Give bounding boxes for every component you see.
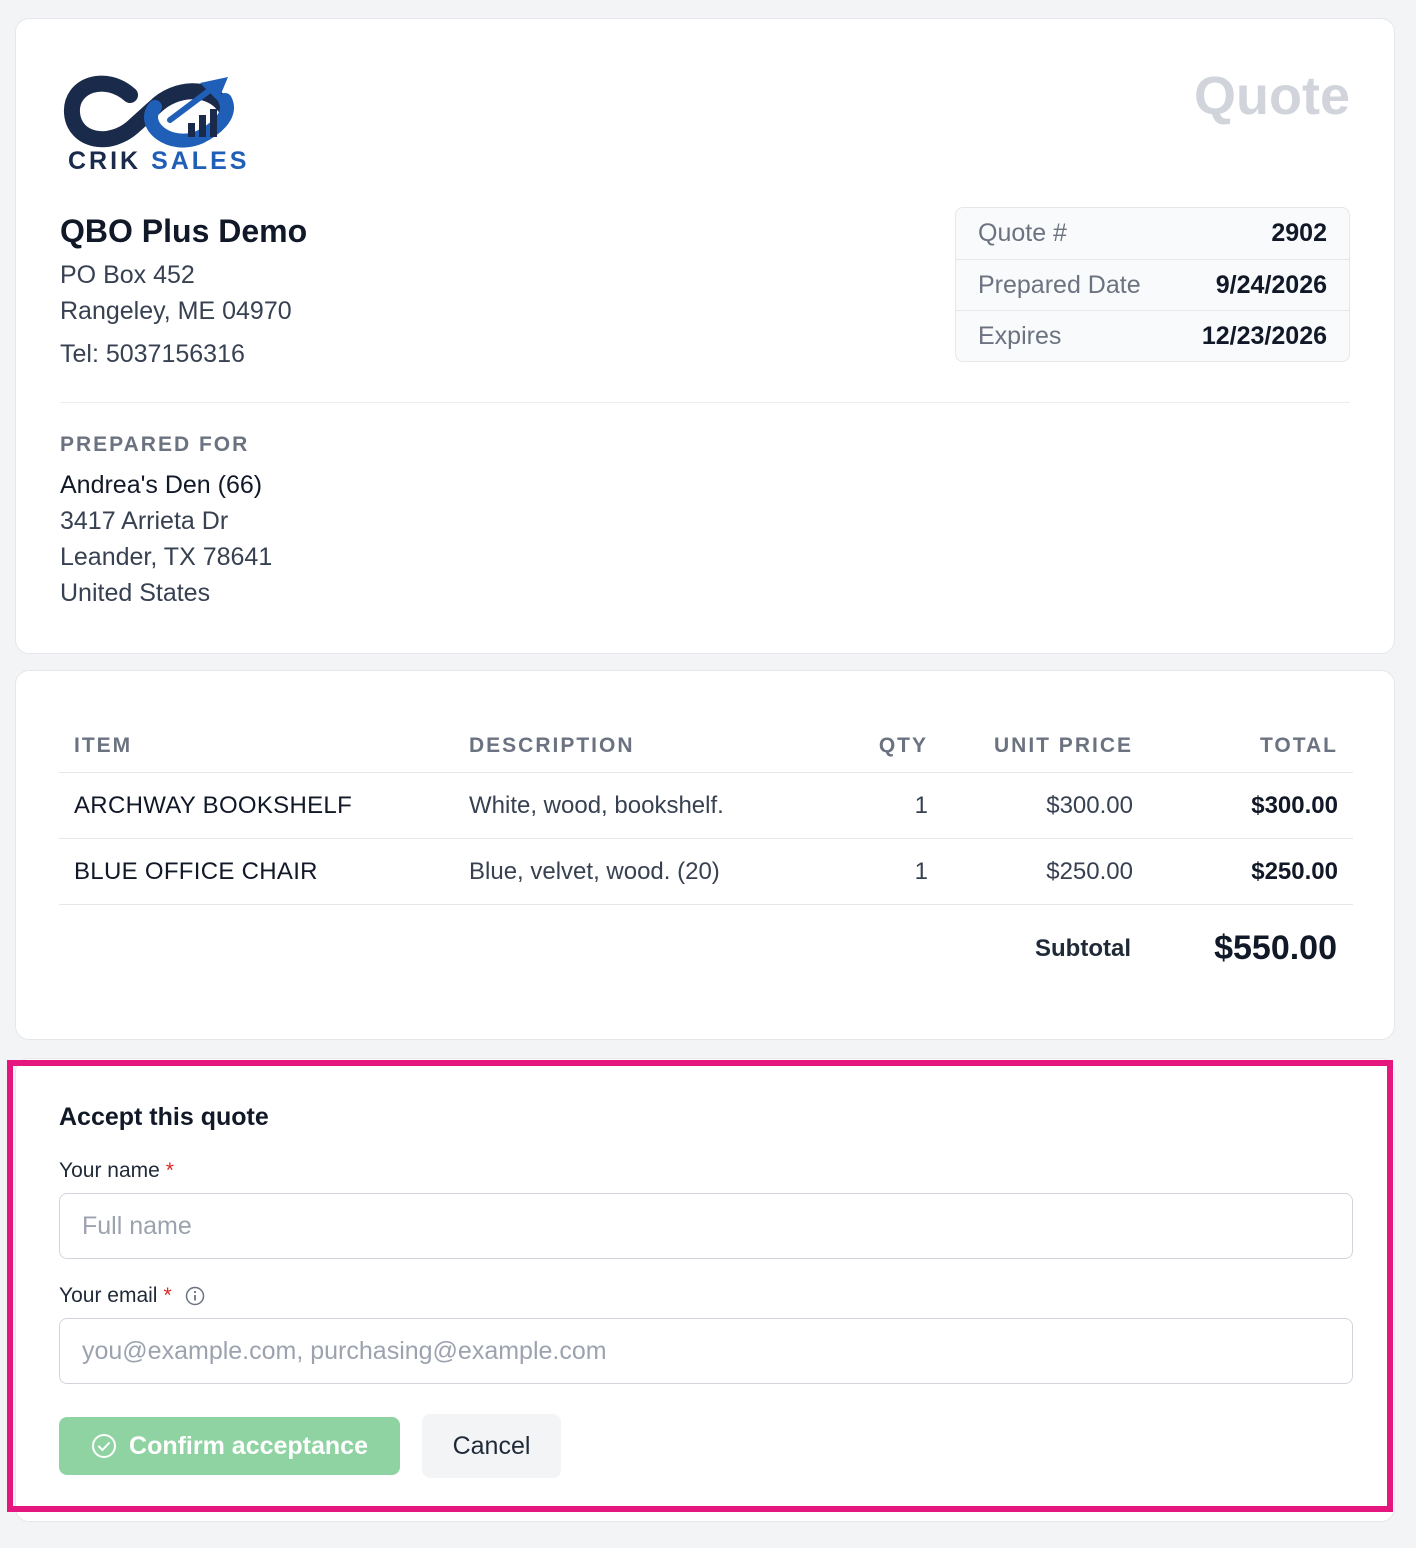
line-items-table: ITEM DESCRIPTION QTY UNIT PRICE TOTAL AR… (59, 719, 1353, 905)
confirm-acceptance-button[interactable]: Confirm acceptance (59, 1417, 400, 1475)
prepared-for-label: PREPARED FOR (60, 433, 250, 456)
cell-description: White, wood, bookshelf. (469, 791, 724, 819)
cell-description: Blue, velvet, wood. (20) (469, 857, 720, 885)
company-phone: Tel: 5037156316 (60, 340, 245, 368)
subtotal-label: Subtotal (1035, 935, 1131, 962)
quote-meta-box: Quote # 2902 Prepared Date 9/24/2026 Exp… (955, 207, 1350, 362)
cell-item: BLUE OFFICE CHAIR (74, 857, 318, 885)
accept-quote-card: Accept this quote Your name* Your email*… (15, 1058, 1395, 1522)
company-name: QBO Plus Demo (60, 213, 308, 249)
required-marker: * (165, 1159, 174, 1182)
document-title: Quote (1194, 66, 1350, 126)
section-divider (60, 402, 1350, 403)
name-label-text: Your name (59, 1159, 160, 1182)
cell-item: ARCHWAY BOOKSHELF (74, 791, 353, 819)
company-address-line2: Rangeley, ME 04970 (60, 297, 292, 325)
line-items-card: ITEM DESCRIPTION QTY UNIT PRICE TOTAL AR… (15, 670, 1395, 1040)
company-address-line1: PO Box 452 (60, 261, 195, 289)
client-address-line2: Leander, TX 78641 (60, 543, 273, 571)
client-address-country: United States (60, 579, 211, 607)
accept-title: Accept this quote (59, 1103, 269, 1131)
email-field-label: Your email * (59, 1284, 205, 1308)
cell-total: $250.00 (1251, 857, 1338, 885)
cell-unit-price: $250.00 (1046, 857, 1133, 885)
name-field-label: Your name * (59, 1159, 174, 1183)
table-row: ARCHWAY BOOKSHELF White, wood, bookshelf… (59, 773, 1353, 839)
col-header-unit-price: UNIT PRICE (993, 733, 1133, 757)
required-marker: * (163, 1284, 172, 1307)
meta-label: Prepared Date (978, 270, 1141, 299)
meta-value: 9/24/2026 (1215, 270, 1327, 299)
col-header-item: ITEM (74, 733, 133, 757)
cell-qty: 1 (914, 791, 928, 819)
logo-word-2: SALES (151, 147, 250, 175)
table-header-row: ITEM DESCRIPTION QTY UNIT PRICE TOTAL (59, 719, 1353, 773)
meta-row-prepared-date: Prepared Date 9/24/2026 (956, 259, 1349, 310)
meta-label: Quote # (978, 219, 1067, 247)
cell-unit-price: $300.00 (1046, 791, 1133, 819)
meta-row-expires: Expires 12/23/2026 (956, 310, 1349, 361)
col-header-qty: QTY (878, 733, 928, 757)
subtotal-value: $550.00 (1214, 929, 1337, 967)
table-row: BLUE OFFICE CHAIR Blue, velvet, wood. (2… (59, 839, 1353, 905)
email-input[interactable] (59, 1318, 1353, 1384)
check-circle-icon (92, 1434, 117, 1458)
cell-qty: 1 (914, 857, 928, 885)
info-icon[interactable] (185, 1286, 205, 1306)
client-address-line1: 3417 Arrieta Dr (60, 507, 229, 535)
meta-row-quote-number: Quote # 2902 (956, 208, 1349, 259)
col-header-description: DESCRIPTION (469, 733, 635, 757)
meta-value: 12/23/2026 (1201, 321, 1327, 350)
logo-wordmark: CRIK SALES (68, 147, 249, 176)
meta-label: Expires (978, 321, 1062, 350)
client-name: Andrea's Den (66) (60, 471, 263, 499)
name-input[interactable] (59, 1193, 1353, 1259)
cell-total: $300.00 (1251, 791, 1338, 819)
meta-value: 2902 (1271, 219, 1327, 247)
quote-header-card: CRIK SALES Quote QBO Plus Demo PO Box 45… (15, 18, 1395, 654)
logo-word-1: CRIK (68, 147, 142, 175)
cancel-button[interactable]: Cancel (422, 1414, 561, 1478)
col-header-total: TOTAL (1259, 733, 1338, 757)
confirm-button-label: Confirm acceptance (129, 1431, 368, 1460)
email-label-text: Your email (59, 1284, 158, 1307)
